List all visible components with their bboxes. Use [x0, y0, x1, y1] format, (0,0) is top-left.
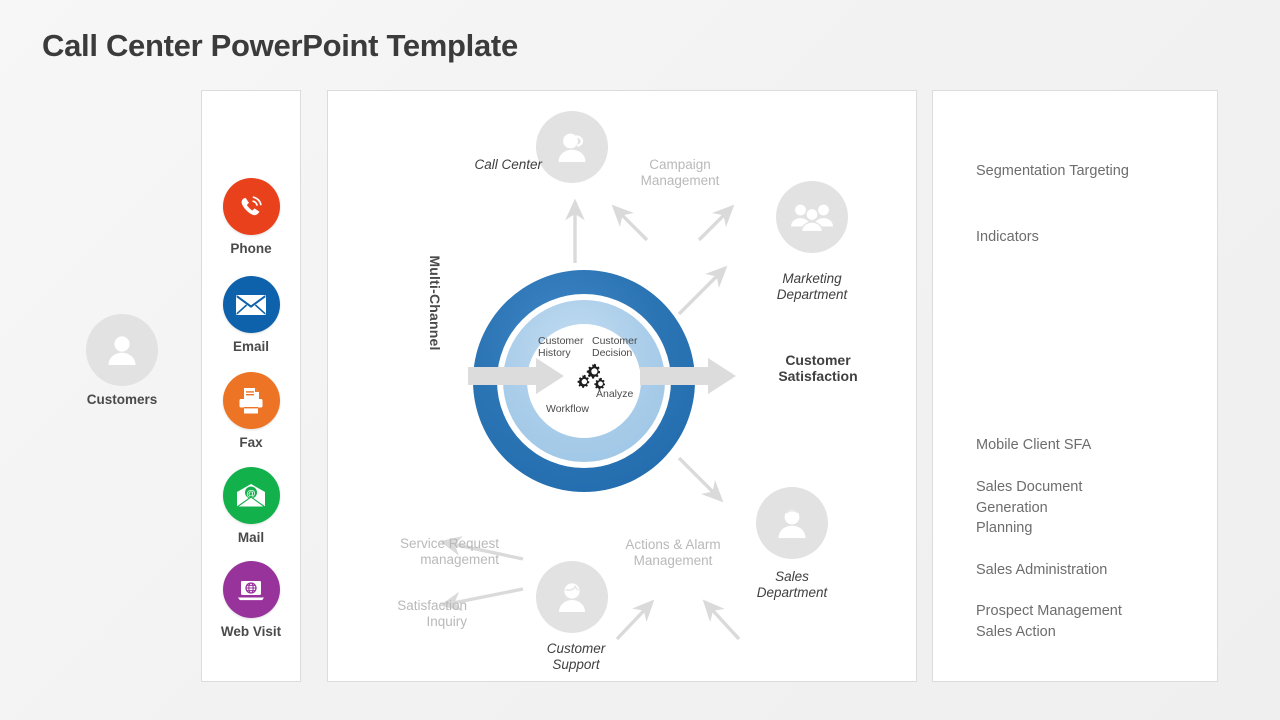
core-word-workflow: Workflow [546, 403, 589, 415]
satisfaction-line-1: Customer [785, 352, 851, 368]
inquiry-line-2: Inquiry [426, 613, 467, 629]
block-arrow-right-icon [640, 358, 736, 399]
sales-doc-line-1: Sales Document [976, 479, 1083, 495]
channel-label: Phone [230, 241, 272, 256]
satisfaction-line-2: Satisfaction [778, 368, 858, 385]
capability-item-mobile-client-sfa: Mobile Client SFA [976, 437, 1092, 453]
phone-ringing-icon [222, 178, 280, 235]
node-label-call-center: Call Center [474, 157, 542, 172]
person-avatar-icon [756, 487, 828, 559]
people-group-icon [776, 181, 848, 253]
node-label-campaign-management: Campaign Management [610, 157, 750, 188]
node-label-service-request-management: Service Request management [363, 536, 499, 567]
support-agent-icon [536, 561, 608, 633]
channel-label: Web Visit [220, 624, 282, 639]
campaign-line-1: Campaign [649, 157, 711, 172]
sales-doc-line-2: Generation [976, 499, 1048, 516]
capability-item-indicators: Indicators [976, 229, 1039, 245]
page-title: Call Center PowerPoint Template [42, 28, 518, 63]
customers-label: Customers [86, 392, 158, 407]
campaign-line-2: Management [640, 172, 720, 188]
node-label-satisfaction-inquiry: Satisfaction Inquiry [363, 598, 467, 629]
gears-icon [576, 362, 614, 397]
laptop-globe-icon [222, 561, 280, 618]
node-label-customer-satisfaction: Customer Satisfaction [748, 352, 888, 384]
at-envelope-icon: @ [222, 467, 280, 524]
prospect-line-1: Prospect Management [976, 603, 1122, 619]
channel-item-mail[interactable]: @ Mail [201, 467, 301, 545]
actions-line-2: Management [633, 552, 713, 568]
slide-canvas: Call Center PowerPoint Template Customer… [0, 0, 1280, 720]
printer-fax-icon [222, 372, 280, 429]
capability-item-sales-document-generation-planning: Sales Document Generation Planning [976, 477, 1206, 539]
marketing-line-1: Marketing [782, 271, 842, 286]
node-label-actions-alarm-management: Actions & Alarm Management [600, 537, 746, 568]
node-label-customer-support: Customer Support [506, 641, 646, 672]
channel-item-fax[interactable]: Fax [201, 372, 301, 450]
core-word-customer-history: Customer History [538, 335, 584, 359]
node-label-sales-department: Sales Department [722, 569, 862, 600]
channel-item-phone[interactable]: Phone [201, 178, 301, 256]
capability-item-sales-administration: Sales Administration [976, 562, 1108, 578]
service-line-1: Service Request [399, 536, 499, 551]
marketing-line-2: Department [776, 286, 848, 302]
sales-doc-line-3: Planning [976, 520, 1033, 537]
support-line-2: Support [552, 656, 600, 672]
sales-line-2: Department [756, 584, 828, 600]
channel-label: Email [232, 339, 270, 354]
sales-line-1: Sales [775, 569, 809, 584]
person-avatar-icon [86, 314, 158, 386]
service-line-2: management [420, 551, 499, 567]
channel-label: Fax [239, 435, 263, 450]
capability-item-segmentation-targeting: Segmentation Targeting [976, 163, 1129, 179]
channel-item-email[interactable]: Email [201, 276, 301, 354]
inquiry-line-1: Satisfaction [397, 598, 467, 613]
prospect-line-2: Sales Action [976, 623, 1056, 640]
headset-agent-icon [536, 111, 608, 183]
core-word-customer-decision: Customer Decision [592, 335, 638, 359]
envelope-icon [222, 276, 280, 333]
node-label-marketing-department: Marketing Department [742, 271, 882, 302]
actions-line-1: Actions & Alarm [625, 537, 721, 552]
support-line-1: Customer [546, 641, 606, 656]
capability-item-prospect-management-sales-action: Prospect Management Sales Action [976, 601, 1206, 642]
block-arrow-right-icon [468, 358, 564, 399]
channel-item-web-visit[interactable]: Web Visit [201, 561, 301, 639]
channel-label: Mail [237, 530, 265, 545]
